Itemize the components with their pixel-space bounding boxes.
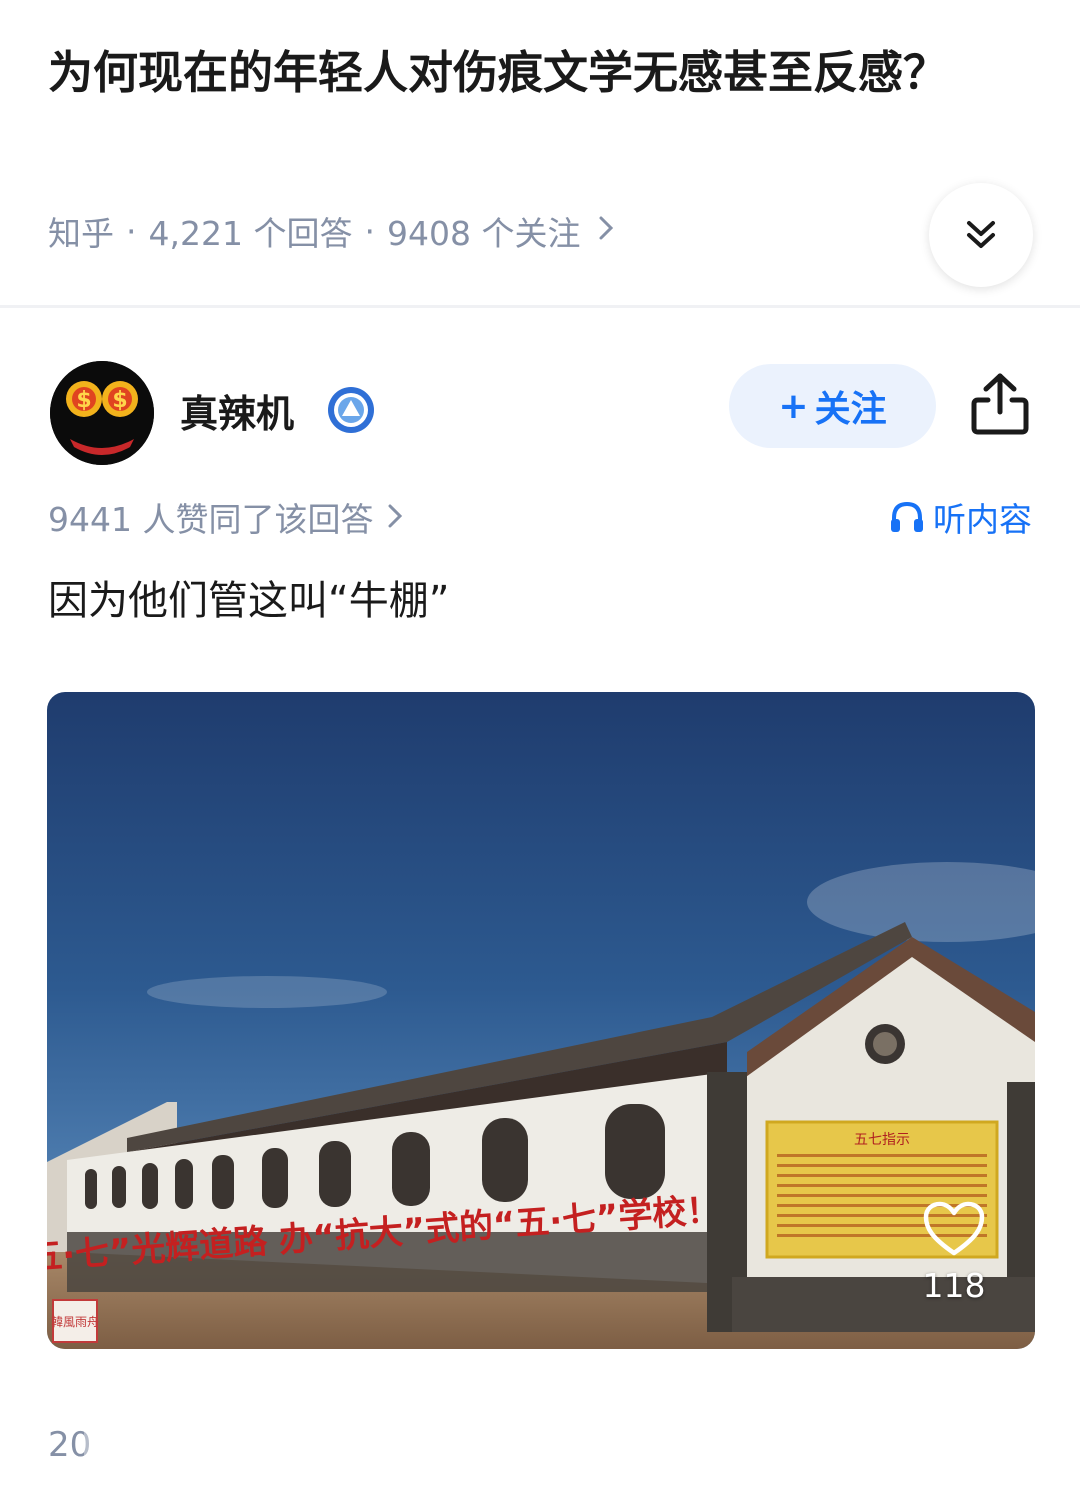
expand-button[interactable] [929, 183, 1033, 287]
listen-label: 听内容 [933, 500, 1032, 539]
fade-overlay [84, 1420, 504, 1474]
author-row: $ $ 真辣机 + 关注 [0, 355, 1080, 465]
avatar[interactable]: $ $ [50, 361, 154, 465]
chevron-right-icon [598, 214, 614, 249]
upvote-summary[interactable]: 9441 人赞同了该回答 [48, 493, 403, 541]
verified-badge-icon [328, 387, 374, 433]
svg-text:$: $ [76, 388, 91, 413]
like-button[interactable] [918, 1200, 990, 1262]
answer-count: 4,221 个回答 [148, 214, 353, 253]
meta-separator: · [364, 211, 375, 251]
answer-text: 因为他们管这叫“牛棚” [48, 578, 450, 624]
like-count: 118 [922, 1266, 986, 1305]
answer-image[interactable]: 五七指示 走“五·七”光辉道路 办“抗大”式的“五·七”学校！ 韓風雨舟 [47, 692, 1035, 1349]
sign-title: 五七指示 [854, 1132, 910, 1148]
divider [0, 305, 1080, 308]
meta-separator: · [126, 211, 137, 251]
question-title[interactable]: 为何现在的年轻人对伤痕文学无感甚至反感？ [48, 38, 1038, 108]
source-label: 知乎 [48, 214, 114, 253]
heart-icon [923, 1201, 985, 1256]
share-icon[interactable] [968, 370, 1032, 438]
plus-icon: + [778, 385, 809, 427]
listen-button[interactable]: 听内容 [889, 493, 1032, 541]
author-name[interactable]: 真辣机 [180, 383, 294, 438]
question-header: 为何现在的年轻人对伤痕文学无感甚至反感？ 知乎 · 4,221 个回答 · 94… [0, 0, 1080, 305]
double-chevron-down-icon [967, 221, 995, 248]
headphones-icon [891, 501, 923, 532]
upvote-text: 9441 人赞同了该回答 [48, 500, 374, 539]
photo-stamp: 韓風雨舟 [51, 1315, 99, 1329]
svg-text:$: $ [112, 388, 127, 413]
question-meta[interactable]: 知乎 · 4,221 个回答 · 9408 个关注 [48, 205, 614, 257]
follower-count: 9408 个关注 [386, 214, 581, 253]
chevron-right-icon [387, 498, 403, 537]
follow-button[interactable]: + 关注 [729, 364, 936, 448]
follow-label: 关注 [814, 389, 887, 430]
